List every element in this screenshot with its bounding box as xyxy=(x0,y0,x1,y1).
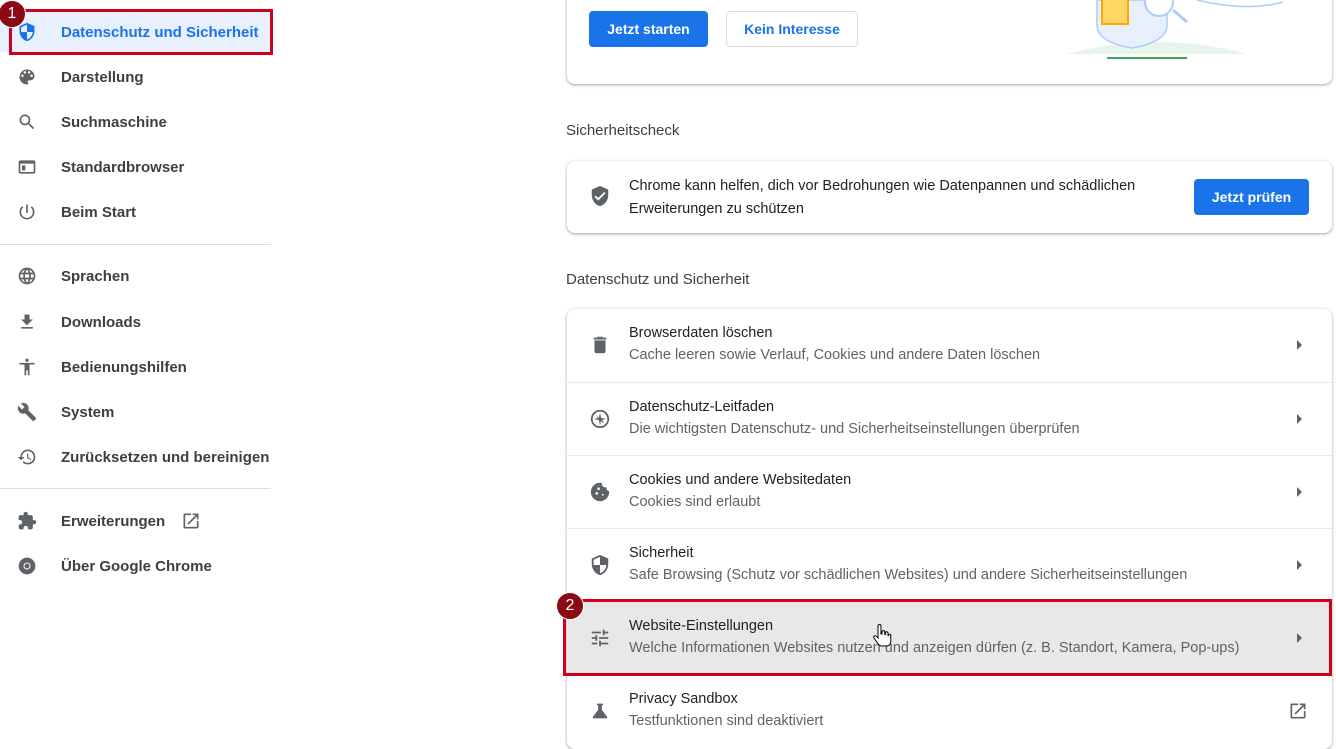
sidebar-item-languages[interactable]: Sprachen xyxy=(0,256,271,296)
annotation-badge-2: 2 xyxy=(556,592,584,620)
wrench-icon xyxy=(17,402,37,422)
row-site-settings[interactable]: Website-Einstellungen Welche Information… xyxy=(567,601,1332,674)
row-title: Browserdaten löschen xyxy=(629,325,773,341)
privacy-security-heading: Datenschutz und Sicherheit xyxy=(566,271,750,288)
sidebar-item-label: Suchmaschine xyxy=(61,113,167,131)
sidebar-item-label: Über Google Chrome xyxy=(61,557,212,575)
trash-icon xyxy=(589,334,611,356)
sidebar-item-on-startup[interactable]: Beim Start xyxy=(0,192,271,232)
cookie-icon xyxy=(589,481,611,503)
row-subtitle: Welche Informationen Websites nutzen und… xyxy=(629,640,1240,656)
chevron-right-icon xyxy=(1297,633,1302,643)
sidebar-item-downloads[interactable]: Downloads xyxy=(0,302,271,342)
sidebar-item-reset[interactable]: Zurücksetzen und bereinigen xyxy=(0,437,271,477)
sidebar-item-privacy[interactable]: Datenschutz und Sicherheit xyxy=(0,12,271,52)
row-title: Sicherheit xyxy=(629,545,694,561)
sidebar-item-default-browser[interactable]: Standardbrowser xyxy=(0,147,271,187)
row-clear-browsing-data[interactable]: Browserdaten löschen Cache leeren sowie … xyxy=(567,309,1332,382)
sidebar-item-label: Downloads xyxy=(61,313,142,331)
row-title: Cookies und andere Websitedaten xyxy=(629,472,852,488)
sidebar-item-about-chrome[interactable]: Über Google Chrome xyxy=(0,546,271,586)
shield-check-icon xyxy=(589,185,611,207)
sidebar-item-appearance[interactable]: Darstellung xyxy=(0,57,271,97)
row-subtitle: Die wichtigsten Datenschutz- und Sicherh… xyxy=(629,421,1080,437)
chevron-right-icon xyxy=(1297,340,1302,350)
power-icon xyxy=(17,202,37,222)
privacy-guide-promo-card: Jetzt starten Kein Interesse xyxy=(567,0,1332,84)
row-subtitle: Testfunktionen sind deaktiviert xyxy=(629,713,824,729)
sidebar: Datenschutz und Sicherheit Darstellung S… xyxy=(0,0,271,749)
safety-check-description: Chrome kann helfen, dich vor Bedrohungen… xyxy=(629,178,1136,217)
flask-icon xyxy=(589,700,611,722)
sidebar-item-accessibility[interactable]: Bedienungshilfen xyxy=(0,347,271,387)
history-icon xyxy=(17,447,37,467)
no-interest-button[interactable]: Kein Interesse xyxy=(726,11,858,47)
sidebar-divider xyxy=(0,488,271,489)
open-in-new-icon xyxy=(181,511,201,531)
accessibility-icon xyxy=(17,357,37,377)
globe-icon xyxy=(17,266,37,286)
sidebar-item-search-engine[interactable]: Suchmaschine xyxy=(0,102,271,142)
shield-icon xyxy=(589,554,611,576)
sidebar-item-label: Darstellung xyxy=(61,68,144,86)
sidebar-item-label: Zurücksetzen und bereinigen xyxy=(61,448,270,466)
sidebar-item-extensions[interactable]: Erweiterungen xyxy=(0,501,271,541)
chevron-right-icon xyxy=(1297,414,1302,424)
row-subtitle: Safe Browsing (Schutz vor schädlichen We… xyxy=(629,567,1188,583)
sidebar-item-label: Sprachen xyxy=(61,267,130,285)
check-now-button[interactable]: Jetzt prüfen xyxy=(1194,179,1309,215)
chevron-right-icon xyxy=(1297,487,1302,497)
compass-icon xyxy=(589,408,611,430)
sidebar-item-label: System xyxy=(61,403,115,421)
search-icon xyxy=(17,112,37,132)
row-subtitle: Cookies sind erlaubt xyxy=(629,494,761,510)
download-icon xyxy=(17,312,37,332)
sidebar-item-label: Standardbrowser xyxy=(61,158,185,176)
privacy-guide-illustration-icon xyxy=(1067,0,1284,59)
row-title: Privacy Sandbox xyxy=(629,691,738,707)
tune-icon xyxy=(589,627,611,649)
chrome-icon xyxy=(17,556,37,576)
row-cookies[interactable]: Cookies und andere Websitedaten Cookies … xyxy=(567,455,1332,528)
row-subtitle: Cache leeren sowie Verlauf, Cookies und … xyxy=(629,347,1041,363)
palette-icon xyxy=(17,67,37,87)
sidebar-item-system[interactable]: System xyxy=(0,392,271,432)
safety-check-heading: Sicherheitscheck xyxy=(566,122,680,139)
open-in-new-icon xyxy=(1288,701,1308,721)
sidebar-divider xyxy=(0,244,271,245)
row-security[interactable]: Sicherheit Safe Browsing (Schutz vor sch… xyxy=(567,528,1332,601)
puzzle-icon xyxy=(17,511,37,531)
sidebar-item-label: Datenschutz und Sicherheit xyxy=(61,23,259,41)
chevron-right-icon xyxy=(1297,560,1302,570)
row-privacy-guide[interactable]: Datenschutz-Leitfaden Die wichtigsten Da… xyxy=(567,382,1332,455)
sidebar-item-label: Erweiterungen xyxy=(61,512,166,530)
browser-window-icon xyxy=(17,157,37,177)
start-now-button[interactable]: Jetzt starten xyxy=(589,11,708,47)
row-title: Datenschutz-Leitfaden xyxy=(629,399,775,415)
sidebar-item-label: Bedienungshilfen xyxy=(61,358,187,376)
row-privacy-sandbox[interactable]: Privacy Sandbox Testfunktionen sind deak… xyxy=(567,674,1332,749)
hand-cursor-icon xyxy=(873,624,892,647)
row-title: Website-Einstellungen xyxy=(629,618,774,634)
sidebar-item-label: Beim Start xyxy=(61,203,137,221)
